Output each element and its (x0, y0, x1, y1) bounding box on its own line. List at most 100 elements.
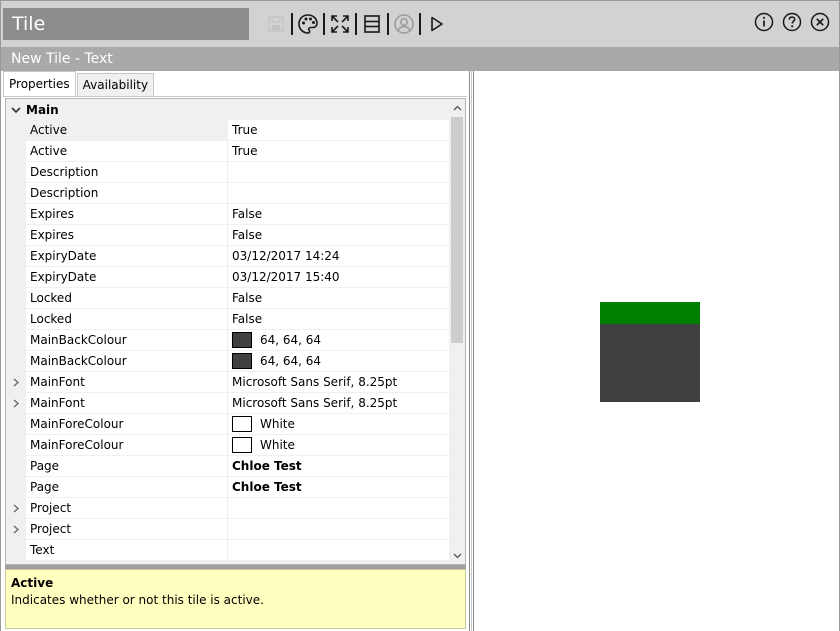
property-row[interactable]: Active True (6, 141, 450, 162)
expand-chevron-icon[interactable] (6, 498, 26, 518)
property-value-text: White (260, 417, 295, 431)
property-value[interactable]: Microsoft Sans Serif, 8.25pt (228, 372, 450, 392)
expand-chevron-icon[interactable] (6, 519, 26, 539)
expand-chevron-icon[interactable] (6, 372, 26, 392)
property-name[interactable]: MainBackColour (26, 330, 228, 350)
help-panel: Active Indicates whether or not this til… (5, 569, 466, 629)
user-icon (391, 11, 417, 37)
colour-swatch (232, 416, 252, 432)
property-value[interactable]: White (228, 435, 450, 455)
property-name[interactable]: Expires (26, 204, 228, 224)
property-value-text: Chloe Test (232, 480, 302, 494)
save-icon (263, 11, 289, 37)
property-row[interactable]: Project (6, 498, 450, 519)
property-row[interactable]: ExpiryDate 03/12/2017 14:24 (6, 246, 450, 267)
property-name[interactable]: Text (26, 540, 228, 560)
property-name[interactable]: ExpiryDate (26, 246, 228, 266)
property-name[interactable]: Page (26, 456, 228, 476)
property-value[interactable] (228, 540, 450, 560)
property-value[interactable] (228, 162, 450, 182)
property-value[interactable]: Microsoft Sans Serif, 8.25pt (228, 393, 450, 413)
property-value[interactable]: 64, 64, 64 (228, 330, 450, 350)
property-name[interactable]: Project (26, 519, 228, 539)
toolbar-separator (355, 13, 357, 35)
row-gutter (6, 540, 26, 560)
property-value[interactable]: 03/12/2017 15:40 (228, 267, 450, 287)
property-name[interactable]: Expires (26, 225, 228, 245)
property-value[interactable]: 64, 64, 64 (228, 351, 450, 371)
property-name[interactable]: Active (26, 141, 228, 161)
property-value[interactable] (228, 498, 450, 518)
property-name[interactable]: MainFont (26, 393, 228, 413)
scroll-up-arrow-icon[interactable] (449, 99, 465, 116)
tab-strip: Properties Availability (3, 71, 155, 97)
property-row[interactable]: Text (6, 540, 450, 561)
property-row[interactable]: Expires False (6, 204, 450, 225)
property-name[interactable]: MainForeColour (26, 435, 228, 455)
property-name[interactable]: MainForeColour (26, 414, 228, 434)
property-name[interactable]: Active (26, 120, 228, 140)
row-gutter (6, 246, 26, 266)
property-name[interactable]: MainBackColour (26, 351, 228, 371)
property-value[interactable]: False (228, 225, 450, 245)
property-row[interactable]: ExpiryDate 03/12/2017 15:40 (6, 267, 450, 288)
property-row[interactable]: MainFont Microsoft Sans Serif, 8.25pt (6, 372, 450, 393)
fullscreen-icon[interactable] (327, 11, 353, 37)
row-gutter (6, 456, 26, 476)
property-value[interactable]: True (228, 141, 450, 161)
info-icon[interactable] (753, 11, 775, 33)
layout-icon[interactable] (359, 11, 385, 37)
row-gutter (6, 120, 26, 140)
row-gutter (6, 225, 26, 245)
property-row[interactable]: MainBackColour 64, 64, 64 (6, 351, 450, 372)
tab-availability[interactable]: Availability (76, 73, 155, 97)
property-name[interactable]: Page (26, 477, 228, 497)
property-value-text: White (260, 438, 295, 452)
property-value[interactable]: White (228, 414, 450, 434)
property-value[interactable] (228, 519, 450, 539)
property-value[interactable]: False (228, 309, 450, 329)
help-icon[interactable] (781, 11, 803, 33)
property-row[interactable]: MainForeColour White (6, 435, 450, 456)
help-title: Active (11, 576, 54, 590)
property-value[interactable]: 03/12/2017 14:24 (228, 246, 450, 266)
property-row[interactable]: Description (6, 183, 450, 204)
scrollbar-thumb[interactable] (451, 117, 463, 343)
expand-chevron-icon[interactable] (6, 393, 26, 413)
property-name[interactable]: Locked (26, 288, 228, 308)
property-row[interactable]: Locked False (6, 309, 450, 330)
property-name[interactable]: MainFont (26, 372, 228, 392)
vertical-scrollbar[interactable] (449, 99, 465, 564)
property-value[interactable] (228, 183, 450, 203)
property-row[interactable]: Project (6, 519, 450, 540)
property-row[interactable]: Page Chloe Test (6, 456, 450, 477)
property-value[interactable]: False (228, 288, 450, 308)
property-value-text: True (232, 144, 258, 158)
tab-properties[interactable]: Properties (3, 71, 76, 97)
property-name[interactable]: ExpiryDate (26, 267, 228, 287)
collapse-chevron-icon[interactable] (6, 106, 26, 114)
property-value[interactable]: Chloe Test (228, 477, 450, 497)
scroll-down-arrow-icon[interactable] (449, 547, 465, 564)
tile-preview[interactable] (600, 302, 700, 402)
property-name[interactable]: Description (26, 183, 228, 203)
property-name[interactable]: Locked (26, 309, 228, 329)
property-value-text: 03/12/2017 15:40 (232, 270, 340, 284)
property-row[interactable]: MainFont Microsoft Sans Serif, 8.25pt (6, 393, 450, 414)
property-row[interactable]: Description (6, 162, 450, 183)
property-row[interactable]: Locked False (6, 288, 450, 309)
property-row[interactable]: Expires False (6, 225, 450, 246)
property-row[interactable]: MainBackColour 64, 64, 64 (6, 330, 450, 351)
property-row[interactable]: Page Chloe Test (6, 477, 450, 498)
palette-icon[interactable] (295, 11, 321, 37)
property-value[interactable]: True (228, 120, 450, 140)
category-main[interactable]: Main (6, 99, 450, 120)
property-row[interactable]: MainForeColour White (6, 414, 450, 435)
property-name[interactable]: Project (26, 498, 228, 518)
close-icon[interactable] (809, 11, 831, 33)
property-name[interactable]: Description (26, 162, 228, 182)
property-value[interactable]: Chloe Test (228, 456, 450, 476)
property-row[interactable]: Active True (6, 120, 450, 141)
property-value[interactable]: False (228, 204, 450, 224)
play-icon[interactable] (423, 11, 449, 37)
